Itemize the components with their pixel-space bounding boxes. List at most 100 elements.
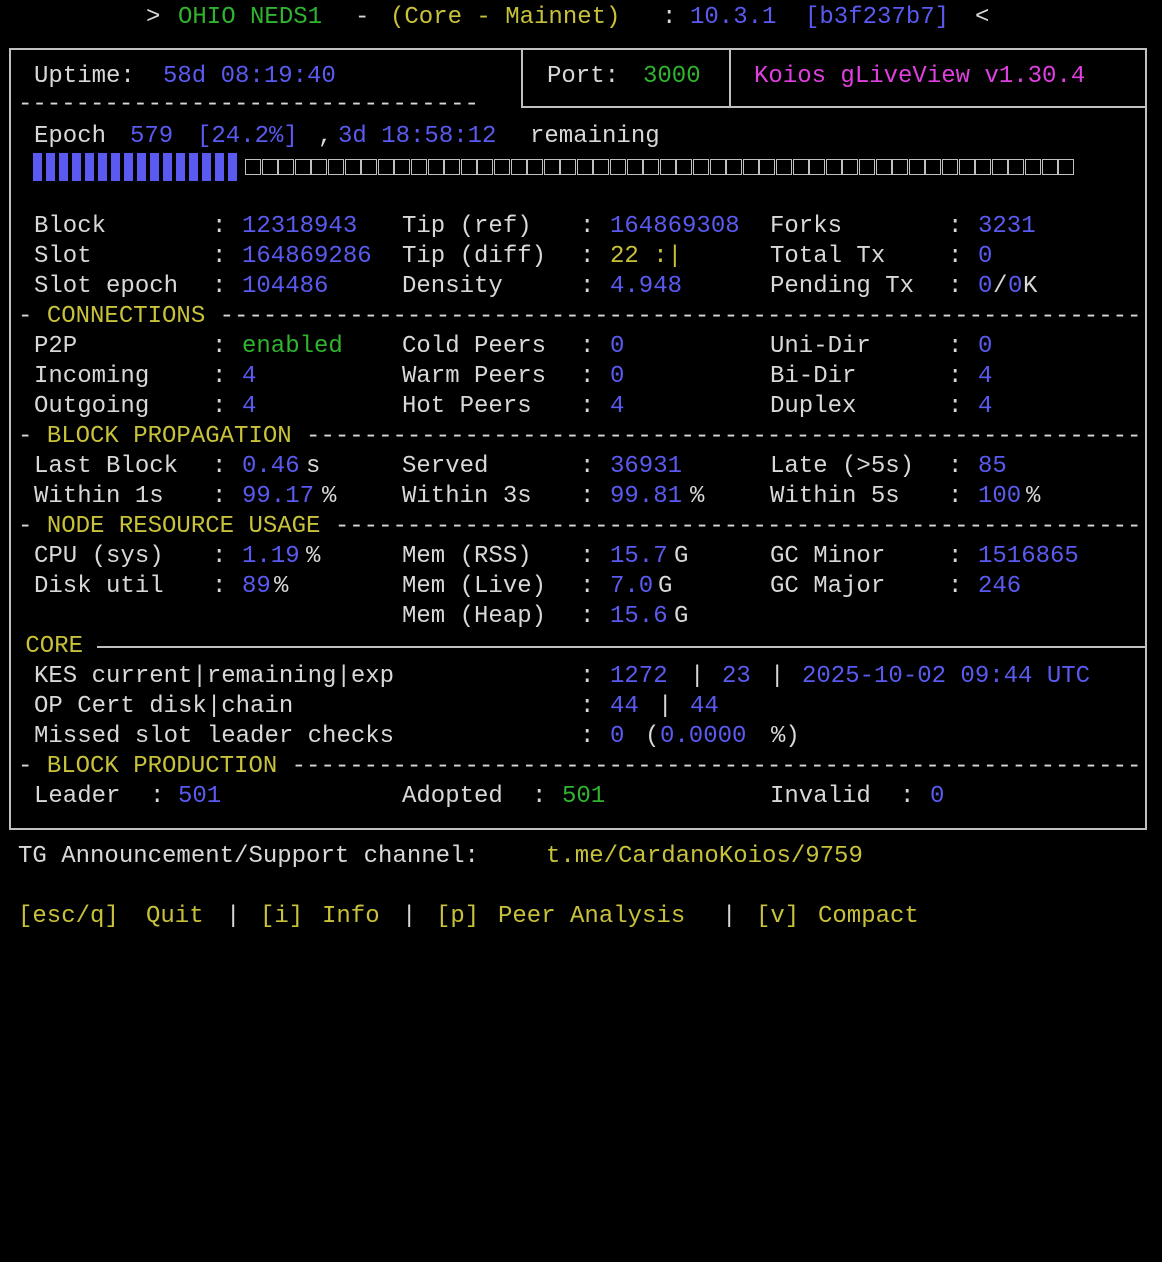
- opcert-label: OP Cert disk|chain: [34, 693, 294, 720]
- compact-key[interactable]: [v]: [756, 902, 799, 932]
- core-top-line: [9, 646, 1147, 648]
- within-5s-unit: %: [1026, 483, 1041, 510]
- progress-empty-segment: [809, 159, 826, 175]
- gc-major-label: GC Major: [770, 573, 886, 600]
- info-menu-item[interactable]: Info: [322, 902, 380, 932]
- progress-empty-segment: [394, 159, 411, 175]
- outgoing-value: 4: [242, 393, 257, 420]
- mem-live-label: Mem (Live): [402, 573, 547, 600]
- progress-empty-segment: [543, 159, 560, 175]
- colon: :: [580, 573, 595, 600]
- colon: :: [948, 453, 963, 480]
- warm-peers-label: Warm Peers: [402, 363, 547, 390]
- tip-diff-value: 22 :|: [610, 243, 683, 270]
- leader-value: 501: [178, 783, 222, 810]
- prop-row-1: Last Block : 0.46 s Served : 36931 Late …: [0, 452, 1007, 482]
- disk-label: Disk util: [34, 573, 164, 600]
- duplex-label: Duplex: [770, 393, 857, 420]
- p2p-label: P2P: [34, 333, 78, 360]
- conn-row-1: P2P : enabled Cold Peers : 0 Uni-Dir : 0: [0, 332, 992, 362]
- forks-value: 3231: [978, 213, 1036, 240]
- node-name: OHIO NEDS1: [178, 4, 323, 31]
- prop-row-2: Within 1s : 99.17 % Within 3s : 99.81 % …: [0, 482, 1040, 512]
- pipe: |: [770, 663, 785, 690]
- kes-expiry: 2025-10-02 09:44 UTC: [802, 663, 1091, 690]
- tip-ref-value: 164869308: [610, 213, 740, 240]
- chain-row-3: Slot epoch : 104486 Density : 4.948 Pend…: [0, 272, 1037, 302]
- progress-empty-segment: [858, 159, 875, 175]
- node-mode: (Core - Mainnet): [390, 4, 621, 31]
- gc-minor-label: GC Minor: [770, 543, 886, 570]
- window-title-bar: > OHIO NEDS1 - (Core - Mainnet) : 10.3.1…: [0, 3, 989, 33]
- within-5s-value: 100: [978, 483, 1022, 510]
- compact-menu-item[interactable]: Compact: [818, 902, 919, 932]
- colon: :: [532, 783, 547, 810]
- res-row-3: Mem (Heap) : 15.6 G: [0, 602, 688, 632]
- forks-label: Forks: [770, 213, 843, 240]
- announcement-link[interactable]: t.me/CardanoKoios/9759: [546, 842, 863, 872]
- progress-empty-segment: [643, 159, 660, 175]
- progress-empty-segment: [576, 159, 593, 175]
- progress-empty-segment: [477, 159, 494, 175]
- progress-empty-segment: [759, 159, 776, 175]
- disk-unit: %: [274, 573, 289, 600]
- block-label: Block: [34, 213, 107, 240]
- colon: :: [212, 483, 227, 510]
- menu-bar: [esc/q] Quit | [i] Info | [p] Peer Analy…: [0, 902, 919, 932]
- progress-empty-segment: [527, 159, 544, 175]
- progress-filled-segment: [202, 153, 211, 181]
- tip-ref-label: Tip (ref): [402, 213, 532, 240]
- kes-label: KES current|remaining|exp: [34, 663, 395, 690]
- conn-row-3: Outgoing : 4 Hot Peers : 4 Duplex : 4: [0, 392, 992, 422]
- quit-key[interactable]: [esc/q]: [18, 902, 119, 932]
- core-title: CORE: [25, 633, 84, 660]
- conn-row-2: Incoming : 4 Warm Peers : 0 Bi-Dir : 4: [0, 362, 992, 392]
- progress-empty-segment: [261, 159, 278, 175]
- last-block-value: 0.46: [242, 453, 300, 480]
- top-divider-1: [521, 48, 523, 108]
- gc-minor-value: 1516865: [978, 543, 1079, 570]
- title-colon: :: [662, 4, 677, 31]
- colon: :: [212, 393, 227, 420]
- progress-empty-segment: [842, 159, 859, 175]
- resources-title: NODE RESOURCE USAGE: [46, 513, 321, 540]
- progress-empty-segment: [493, 159, 510, 175]
- core-header: CORE: [11, 632, 98, 662]
- colon: :: [948, 243, 963, 270]
- progress-empty-segment: [925, 159, 942, 175]
- quit-menu-item[interactable]: Quit: [146, 902, 204, 932]
- total-tx-value: 0: [978, 243, 993, 270]
- menu-separator: |: [226, 903, 241, 930]
- mem-heap-value: 15.6: [610, 603, 668, 630]
- peer-analysis-menu-item[interactable]: Peer Analysis: [498, 902, 685, 932]
- missed-slots-label: Missed slot leader checks: [34, 723, 395, 750]
- served-label: Served: [402, 453, 489, 480]
- colon: :: [212, 273, 227, 300]
- epoch-comma: ,: [318, 123, 333, 150]
- top-box-bottom: [521, 106, 1147, 108]
- bi-dir-value: 4: [978, 363, 993, 390]
- progress-empty-segment: [245, 159, 261, 175]
- peer-analysis-key[interactable]: [p]: [436, 902, 479, 932]
- title-suffix: <: [975, 4, 990, 31]
- cpu-unit: %: [306, 543, 321, 570]
- core-row-3: Missed slot leader checks : 0 ( 0.0000 %…: [0, 722, 800, 752]
- progress-filled-segment: [98, 153, 107, 181]
- colon: :: [580, 213, 595, 240]
- progress-empty-segment: [908, 159, 925, 175]
- colon: :: [212, 333, 227, 360]
- invalid-label: Invalid: [770, 783, 871, 810]
- tip-diff-label: Tip (diff): [402, 243, 547, 270]
- progress-empty-segment: [294, 159, 311, 175]
- progress-empty-segment: [825, 159, 842, 175]
- progress-empty-segment: [444, 159, 461, 175]
- info-key[interactable]: [i]: [260, 902, 303, 932]
- mem-heap-unit: G: [674, 603, 689, 630]
- leader-label: Leader: [34, 783, 121, 810]
- progress-empty-segment: [460, 159, 477, 175]
- progress-empty-segment: [626, 159, 643, 175]
- progress-empty-segment: [1058, 159, 1075, 175]
- colon: :: [948, 273, 963, 300]
- late-label: Late (>5s): [770, 453, 915, 480]
- colon: :: [150, 783, 165, 810]
